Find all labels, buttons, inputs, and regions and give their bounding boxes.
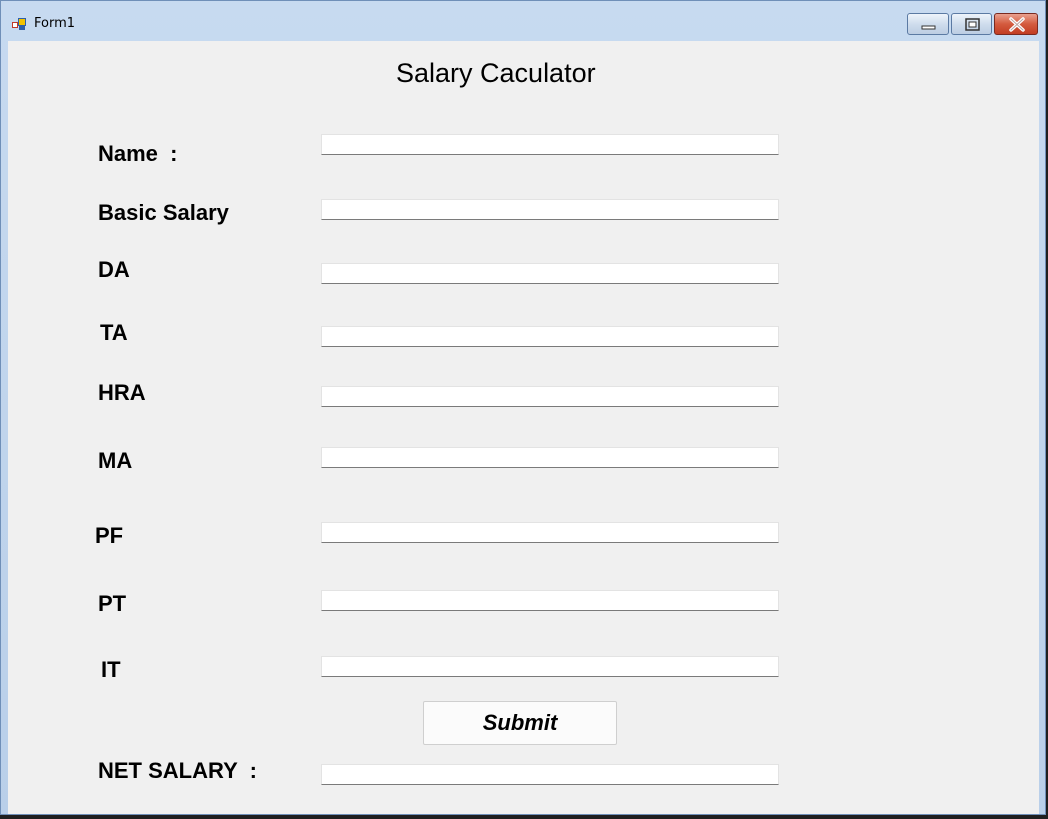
ta-label: TA [100, 320, 128, 345]
hra-input[interactable] [321, 386, 779, 407]
ta-input[interactable] [321, 326, 779, 347]
app-icon[interactable] [12, 17, 26, 31]
name-label: Name : [98, 141, 178, 166]
form1-window: Form1 Salary Caculator Name : Basic Sala… [0, 0, 1046, 815]
hra-label: HRA [98, 380, 146, 405]
pf-input[interactable] [321, 522, 779, 543]
net-salary-output[interactable] [321, 764, 779, 785]
pt-input[interactable] [321, 590, 779, 611]
close-icon [1009, 17, 1025, 32]
name-input[interactable] [321, 134, 779, 155]
minimize-button[interactable] [907, 13, 949, 35]
ma-label: MA [98, 448, 133, 473]
pf-label: PF [95, 523, 124, 548]
minimize-icon [921, 25, 936, 30]
basic-salary-input[interactable] [321, 199, 779, 220]
da-input[interactable] [321, 263, 779, 284]
ma-input[interactable] [321, 447, 779, 468]
close-button[interactable] [994, 13, 1038, 35]
pt-label: PT [98, 591, 127, 616]
form-client-area: Salary Caculator Name : Basic Salary DA … [8, 41, 1039, 814]
form-heading: Salary Caculator [396, 58, 596, 88]
maximize-icon [965, 18, 980, 31]
basic-salary-label: Basic Salary [98, 200, 229, 225]
it-label: IT [101, 657, 121, 682]
net-salary-label: NET SALARY : [98, 758, 257, 783]
maximize-button[interactable] [951, 13, 992, 35]
submit-button[interactable]: Submit [423, 701, 617, 745]
it-input[interactable] [321, 656, 779, 677]
da-label: DA [98, 257, 130, 282]
title-bar[interactable]: Form1 [1, 1, 1045, 41]
window-title: Form1 [34, 16, 76, 31]
